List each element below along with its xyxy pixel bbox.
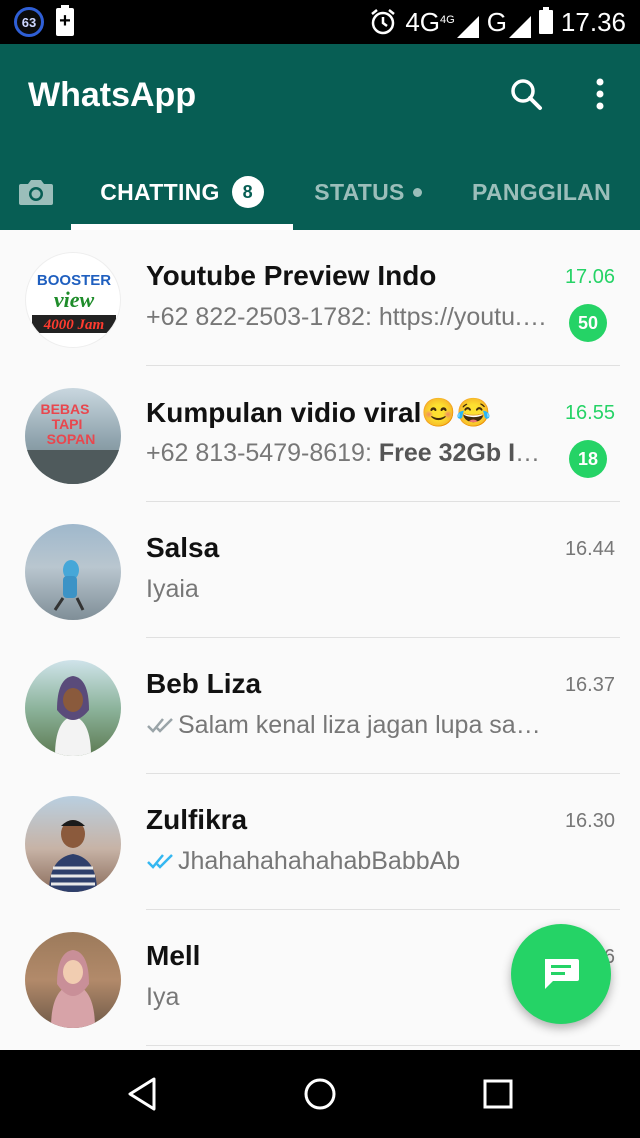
chat-preview: +62 822-2503-1782: https://youtu.be/... [146, 303, 548, 331]
app-title: WhatsApp [28, 76, 197, 114]
chat-name: Mell [146, 940, 201, 971]
network-type: 4G 4G [405, 7, 479, 38]
unread-count-badge: 50 [569, 304, 607, 342]
tab-camera[interactable] [0, 154, 71, 230]
network-type-2: G [487, 7, 531, 38]
battery-saver-icon [56, 5, 74, 36]
chat-preview: Iyaia [146, 575, 199, 603]
read-receipt-icon [147, 854, 173, 869]
clock: 17.36 [560, 6, 626, 37]
chat-row[interactable]: BOOSTER view 4000 Jam Youtube Preview In… [0, 230, 640, 366]
avatar[interactable]: BEBAS TAPI SOPAN [25, 388, 121, 484]
status-bar: 63 4G4G G 17.36 [0, 0, 640, 44]
tab-chatting-label: CHATTING [100, 178, 220, 205]
avatar[interactable]: BOOSTER view 4000 Jam [25, 252, 121, 348]
recents-button[interactable] [476, 1072, 520, 1116]
tab-status-label: STATUS [314, 178, 405, 205]
preview-text: Salam kenal liza jagan lupa save kontak [178, 711, 548, 739]
home-icon [304, 1078, 336, 1110]
tab-calls-label: PANGGILAN [472, 178, 611, 205]
chat-preview: Iya [146, 983, 180, 1011]
svg-text:TAPI: TAPI [52, 416, 83, 432]
tab-chatting[interactable]: CHATTING 8 [71, 154, 293, 230]
chat-time: 16.30 [564, 810, 615, 832]
chat-time: 17.06 [564, 266, 615, 288]
signal-2-icon [508, 15, 531, 38]
divider [146, 1045, 620, 1046]
chat-time: 16.55 [564, 402, 615, 424]
preview-bold-text: Free 32Gb Internet [378, 439, 548, 467]
new-status-dot [412, 187, 422, 197]
message-icon [545, 959, 579, 989]
tab-status[interactable]: STATUS [293, 154, 443, 230]
avatar[interactable] [25, 660, 121, 756]
chat-name: Kumpulan vidio viral😊😂 [146, 397, 492, 428]
unread-chats-badge: 8 [231, 176, 264, 208]
chat-time: 16.44 [564, 538, 615, 560]
chat-row[interactable]: Beb Liza 16.37 Salam kenal liza jagan lu… [0, 638, 640, 774]
avatar[interactable] [25, 796, 121, 892]
search-icon [511, 79, 542, 110]
chat-row[interactable]: Salsa 16.44 Iyaia [0, 502, 640, 638]
home-button[interactable] [298, 1072, 342, 1116]
signal-icon [456, 15, 479, 38]
tab-calls[interactable]: PANGGILAN [443, 154, 640, 230]
double-check-icon [147, 718, 173, 733]
navigation-bar [0, 1050, 640, 1138]
back-button[interactable] [120, 1072, 164, 1116]
more-vert-icon [596, 78, 604, 110]
back-icon [128, 1077, 156, 1111]
new-chat-button[interactable] [511, 924, 611, 1024]
svg-text:SOPAN: SOPAN [47, 431, 96, 447]
search-button[interactable] [504, 72, 548, 116]
alarm-icon [371, 9, 396, 35]
unread-count-badge: 18 [569, 440, 607, 478]
notification-count-icon: 63 [14, 7, 44, 37]
chat-preview: +62 813-5479-8619: Free 32Gb Internet [146, 439, 548, 468]
app-bar: WhatsApp CHATTING 8 STATUS PANGGILAN [0, 44, 640, 230]
chat-preview: Salam kenal liza jagan lupa save kontak [146, 711, 548, 740]
preview-text: JhahahahahahabBabbAb [178, 847, 461, 875]
avatar[interactable] [25, 932, 121, 1028]
camera-icon [18, 180, 53, 205]
tab-bar: CHATTING 8 STATUS PANGGILAN [0, 154, 640, 230]
preview-sender: +62 813-5479-8619: [146, 439, 379, 467]
svg-text:BEBAS: BEBAS [40, 401, 89, 417]
svg-text:4000 Jam: 4000 Jam [43, 317, 104, 333]
avatar[interactable] [25, 524, 121, 620]
chat-name: Beb Liza [146, 668, 262, 699]
recents-icon [483, 1079, 513, 1109]
chat-time: 16.37 [564, 674, 615, 696]
chat-name: Salsa [146, 532, 220, 563]
chat-name: Youtube Preview Indo [146, 260, 437, 291]
more-options-button[interactable] [578, 72, 622, 116]
svg-text:view: view [54, 287, 95, 312]
chat-name: Zulfikra [146, 804, 248, 835]
chat-row[interactable]: Zulfikra 16.30 JhahahahahahabBabbAb [0, 774, 640, 910]
battery-icon [538, 7, 553, 34]
chat-row[interactable]: BEBAS TAPI SOPAN Kumpulan vidio viral😊😂 … [0, 366, 640, 502]
chat-preview: JhahahahahahabBabbAb [146, 847, 548, 876]
